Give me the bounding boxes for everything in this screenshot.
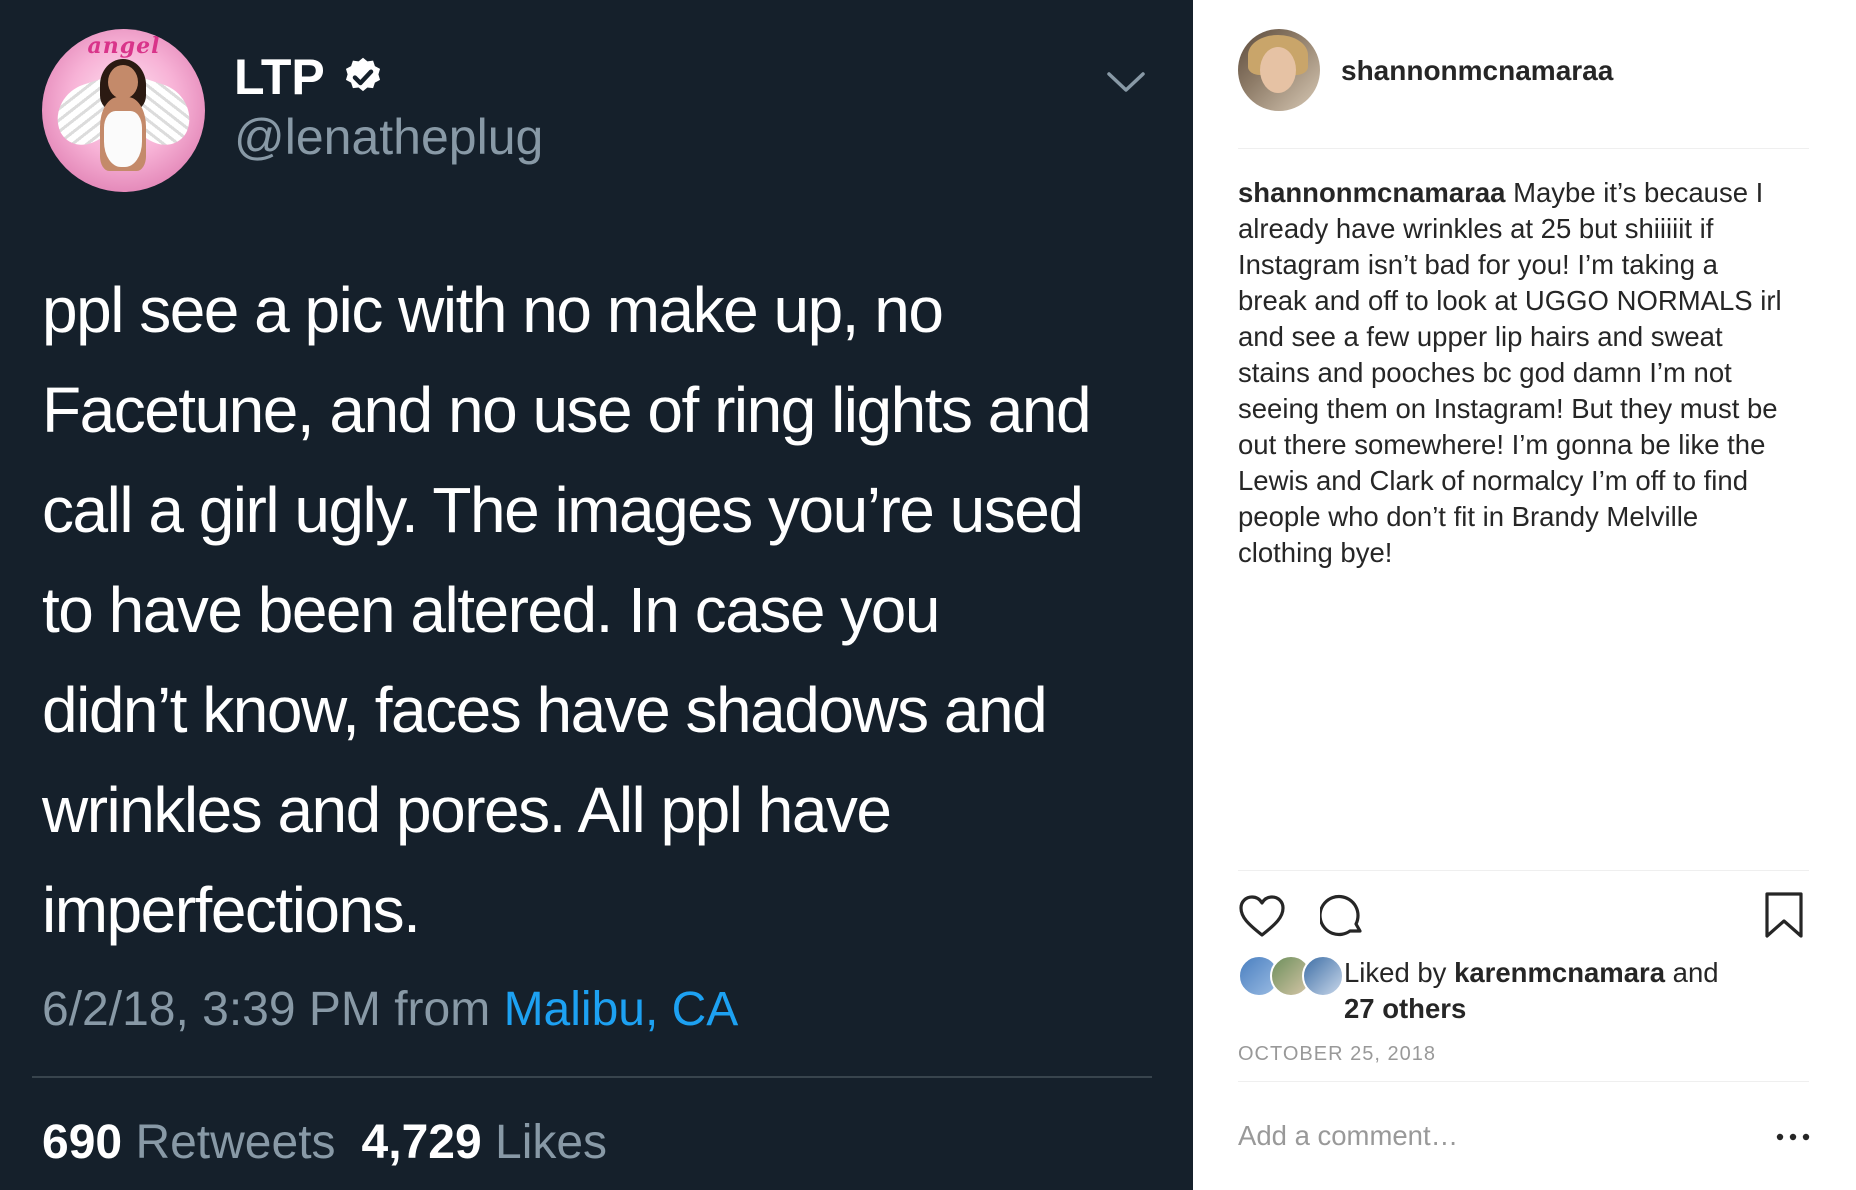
liker-avatars[interactable] bbox=[1238, 955, 1344, 997]
instagram-avatar[interactable] bbox=[1238, 29, 1320, 111]
liked-by: Liked by karenmcnamara and 27 others bbox=[1344, 955, 1814, 1027]
tweet-text: ppl see a pic with no make up, no Facetu… bbox=[42, 260, 1162, 960]
tweet-text-line: wrinkles and pores. All ppl have bbox=[42, 774, 892, 846]
caption-line: seeing them on Instagram! But they must … bbox=[1238, 393, 1778, 424]
verified-badge-icon bbox=[345, 57, 380, 92]
chevron-down-icon[interactable] bbox=[1106, 70, 1146, 94]
caption-line: shannonmcnamaraa Maybe it’s because I bbox=[1238, 175, 1818, 211]
more-icon[interactable] bbox=[1775, 1131, 1811, 1143]
comment-input[interactable]: Add a comment… bbox=[1238, 1120, 1458, 1152]
liked-by-others[interactable]: 27 others bbox=[1344, 993, 1466, 1024]
heart-icon[interactable] bbox=[1238, 893, 1286, 939]
tweet-text-line: to have been altered. In case you bbox=[42, 574, 940, 646]
caption-username[interactable]: shannonmcnamaraa bbox=[1238, 177, 1505, 208]
caption-line: Lewis and Clark of normalcy I’m off to f… bbox=[1238, 465, 1748, 496]
avatar-angel-text: angel bbox=[87, 33, 161, 59]
avatar-head bbox=[108, 65, 138, 99]
caption-line: stains and pooches bc god damn I’m not bbox=[1238, 357, 1732, 388]
instagram-divider bbox=[1238, 870, 1809, 871]
likes-label: Likes bbox=[495, 1116, 608, 1169]
tweet-avatar[interactable]: angel bbox=[42, 29, 205, 192]
instagram-divider bbox=[1238, 1081, 1809, 1082]
instagram-caption: shannonmcnamaraa Maybe it’s because I al… bbox=[1238, 175, 1818, 571]
bookmark-icon[interactable] bbox=[1764, 891, 1804, 939]
likes-count: 4,729 bbox=[361, 1116, 482, 1169]
caption-text: Maybe it’s because I bbox=[1505, 177, 1764, 208]
tweet-divider bbox=[32, 1076, 1152, 1078]
post-date[interactable]: OCTOBER 25, 2018 bbox=[1238, 1043, 1436, 1066]
caption-line: and see a few upper lip hairs and sweat bbox=[1238, 321, 1723, 352]
avatar-swimsuit bbox=[104, 111, 142, 167]
tweet-handle[interactable]: @lenatheplug bbox=[234, 108, 543, 166]
screenshot-composite: angel LTP @lenatheplug ppl see a pic wit… bbox=[0, 0, 1856, 1190]
comment-icon[interactable] bbox=[1320, 893, 1366, 939]
tweet-timestamp[interactable]: 6/2/18, 3:39 PM from bbox=[42, 983, 504, 1036]
caption-line: Instagram isn’t bad for you! I’m taking … bbox=[1238, 249, 1718, 280]
tweet-text-line: call a girl ugly. The images you’re used bbox=[42, 474, 1084, 546]
instagram-avatar-face bbox=[1260, 47, 1296, 93]
tweet-meta: 6/2/18, 3:39 PM from Malibu, CA bbox=[42, 982, 738, 1037]
tweet-text-line: imperfections. bbox=[42, 874, 421, 946]
instagram-post: shannonmcnamaraa shannonmcnamaraa Maybe … bbox=[1193, 0, 1856, 1190]
tweet-display-name[interactable]: LTP bbox=[234, 48, 325, 106]
retweets-label: Retweets bbox=[135, 1116, 336, 1169]
tweet-author-row: LTP bbox=[234, 48, 385, 106]
tweet-card: angel LTP @lenatheplug ppl see a pic wit… bbox=[0, 0, 1193, 1190]
tweet-text-line: didn’t know, faces have shadows and bbox=[42, 674, 1048, 746]
caption-line: out there somewhere! I’m gonna be like t… bbox=[1238, 429, 1766, 460]
caption-line: break and off to look at UGGO NORMALS ir… bbox=[1238, 285, 1782, 316]
instagram-username[interactable]: shannonmcnamaraa bbox=[1341, 55, 1613, 87]
liker-avatar bbox=[1302, 955, 1344, 997]
tweet-location-link[interactable]: Malibu, CA bbox=[504, 983, 739, 1036]
retweets-count: 690 bbox=[42, 1116, 123, 1169]
liked-by-user[interactable]: karenmcnamara bbox=[1454, 957, 1665, 988]
tweet-text-line: Facetune, and no use of ring lights and bbox=[42, 374, 1092, 446]
retweets-stat[interactable]: 690 Retweets bbox=[42, 1116, 336, 1169]
tweet-stats: 690 Retweets 4,729 Likes bbox=[42, 1115, 607, 1170]
liked-by-suffix: and bbox=[1665, 957, 1719, 988]
caption-line: people who don’t fit in Brandy Melville bbox=[1238, 501, 1699, 532]
caption-line: already have wrinkles at 25 but shiiiiit… bbox=[1238, 213, 1714, 244]
tweet-text-line: ppl see a pic with no make up, no bbox=[42, 274, 944, 346]
caption-line: clothing bye! bbox=[1238, 537, 1393, 568]
liked-by-prefix: Liked by bbox=[1344, 957, 1455, 988]
likes-stat[interactable]: 4,729 Likes bbox=[362, 1116, 608, 1169]
instagram-divider bbox=[1238, 148, 1809, 149]
